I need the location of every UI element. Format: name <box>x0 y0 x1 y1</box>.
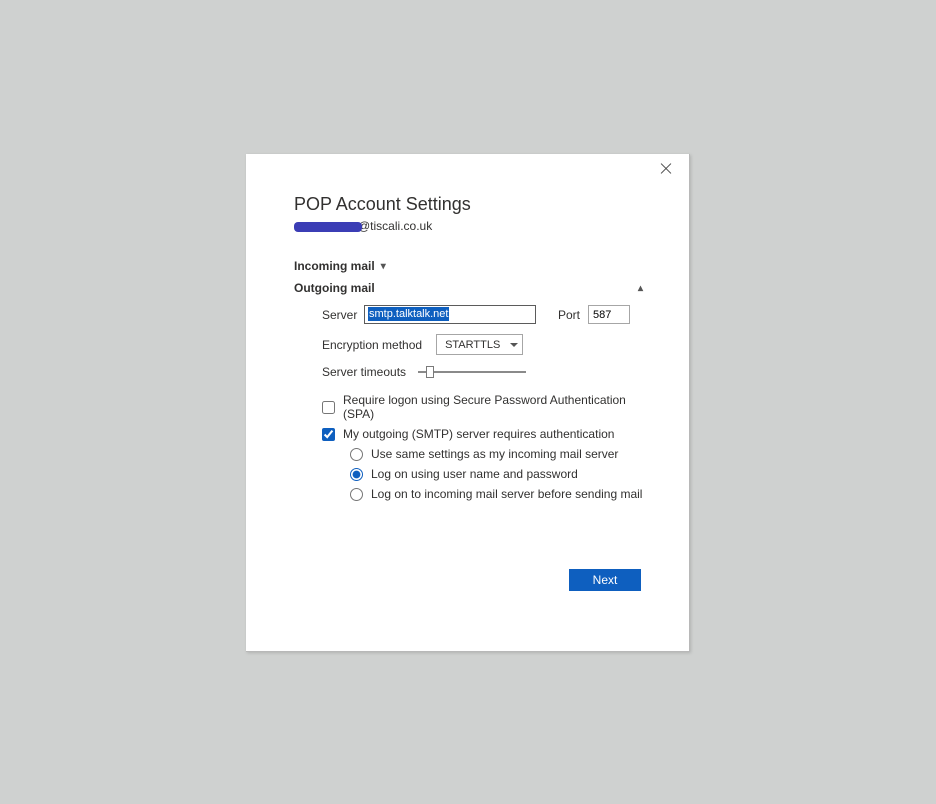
slider-thumb[interactable] <box>426 366 434 378</box>
auth-radio-group: Use same settings as my incoming mail se… <box>322 447 649 501</box>
section-incoming-mail[interactable]: Incoming mail ▾ <box>294 255 649 277</box>
server-timeouts-label: Server timeouts <box>322 365 406 379</box>
smtp-auth-label: My outgoing (SMTP) server requires authe… <box>343 427 614 441</box>
spa-checkbox-row[interactable]: Require logon using Secure Password Auth… <box>322 393 649 421</box>
chevron-down-icon: ▾ <box>381 261 386 272</box>
encryption-value: STARTTLS <box>445 339 500 351</box>
section-label: Outgoing mail <box>294 281 375 295</box>
radio-same-label: Use same settings as my incoming mail se… <box>371 447 618 461</box>
smtp-auth-checkbox[interactable] <box>322 428 335 441</box>
radio-logon-input[interactable] <box>350 468 363 481</box>
radio-logon[interactable]: Log on using user name and password <box>350 467 649 481</box>
radio-same-input[interactable] <box>350 448 363 461</box>
dialog-body: POP Account Settings @tiscali.co.uk Inco… <box>246 154 689 501</box>
slider-track <box>418 371 526 373</box>
spa-label: Require logon using Secure Password Auth… <box>343 393 649 421</box>
encryption-method-select[interactable]: STARTTLS <box>436 334 523 355</box>
smtp-auth-checkbox-row[interactable]: My outgoing (SMTP) server requires authe… <box>322 427 649 441</box>
server-value-highlight: smtp.talktalk.net <box>368 307 449 321</box>
section-outgoing-mail[interactable]: Outgoing mail ▴ <box>294 277 649 299</box>
section-label: Incoming mail <box>294 259 375 273</box>
chevron-up-icon: ▴ <box>638 283 643 294</box>
port-label: Port <box>558 308 580 322</box>
outgoing-form: Server smtp.talktalk.net Port Encryption… <box>294 299 649 501</box>
server-field-wrap: smtp.talktalk.net <box>364 305 536 324</box>
account-email: @tiscali.co.uk <box>294 219 649 233</box>
next-button[interactable]: Next <box>569 569 641 591</box>
radio-before-label: Log on to incoming mail server before se… <box>371 487 642 501</box>
radio-logon-label: Log on using user name and password <box>371 467 578 481</box>
radio-logon-before[interactable]: Log on to incoming mail server before se… <box>350 487 649 501</box>
email-domain: @tiscali.co.uk <box>358 219 432 233</box>
redacted-username <box>294 222 362 232</box>
server-timeouts-slider[interactable] <box>418 366 526 378</box>
port-input[interactable] <box>588 305 630 324</box>
page-title: POP Account Settings <box>294 194 649 215</box>
account-settings-dialog: POP Account Settings @tiscali.co.uk Inco… <box>246 154 690 652</box>
caret-down-icon <box>510 343 518 347</box>
radio-same-settings[interactable]: Use same settings as my incoming mail se… <box>350 447 649 461</box>
spa-checkbox[interactable] <box>322 401 335 414</box>
radio-before-input[interactable] <box>350 488 363 501</box>
close-icon[interactable] <box>659 162 673 176</box>
encryption-label: Encryption method <box>322 338 422 352</box>
server-label: Server <box>322 308 356 322</box>
